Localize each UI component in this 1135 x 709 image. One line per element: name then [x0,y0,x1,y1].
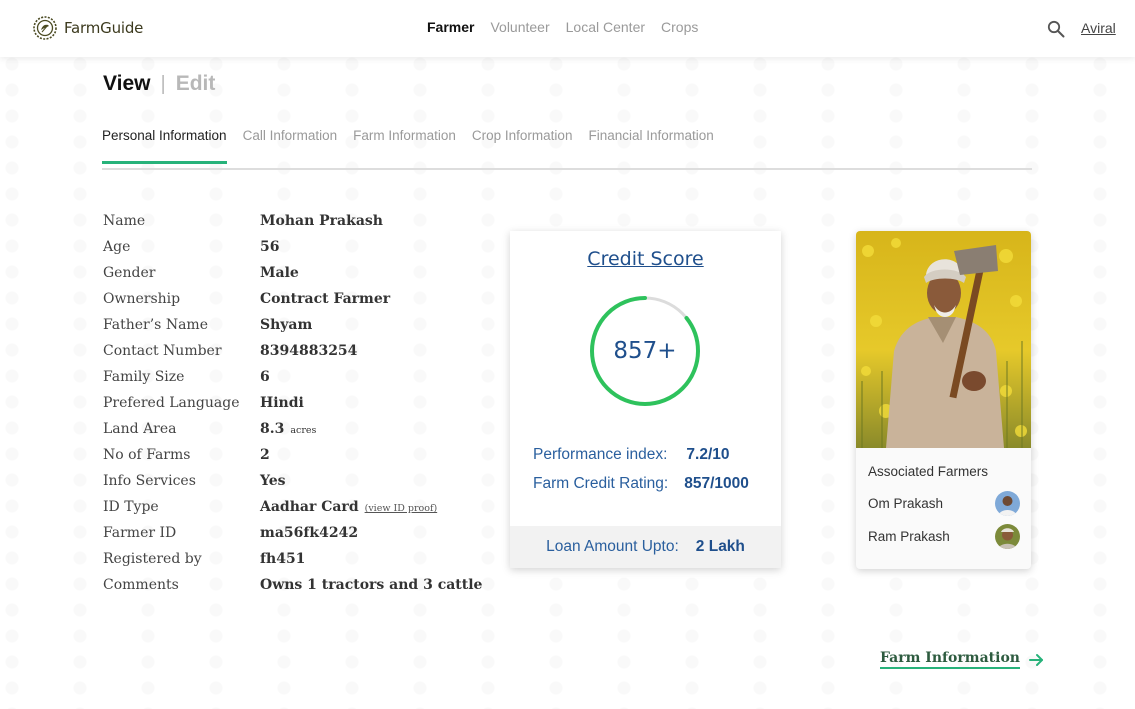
info-row-contact-number: Contact Number 8394883254 [103,338,482,364]
performance-index-label: Performance index: [533,446,668,463]
loan-amount-box: Loan Amount Upto: 2 Lakh [510,526,781,568]
farmer-profile-card: Associated Farmers Om Prakash Ram Prakas… [856,231,1031,569]
view-edit-switch: View | Edit [103,72,215,96]
search-icon[interactable] [1047,20,1065,38]
info-value: 8394883254 [260,343,358,359]
view-mode-button[interactable]: View [103,72,150,96]
info-tabs: Personal Information Call Information Fa… [102,128,1032,170]
info-value-group: 8.3 acres [260,421,316,437]
info-value: 2 [260,447,270,463]
info-row-name: Name Mohan Prakash [103,208,482,234]
brand-name: FarmGuide [64,19,144,37]
info-label: Contact Number [103,343,222,359]
nav-item-farmer[interactable]: Farmer [427,19,474,35]
info-label: Info Services [103,473,196,489]
info-value: Mohan Prakash [260,213,383,229]
info-row-farmer-id: Farmer ID ma56fk4242 [103,520,482,546]
performance-index-row: Performance index: 7.2/10 [533,446,730,464]
tab-farm-information[interactable]: Farm Information [353,128,456,164]
main-nav: Farmer Volunteer Local Center Crops [427,19,698,35]
info-label: Comments [103,577,179,593]
tab-personal-information[interactable]: Personal Information [102,128,227,164]
tab-financial-information[interactable]: Financial Information [588,128,713,164]
info-value: Hindi [260,395,304,411]
user-profile-link[interactable]: Aviral [1081,20,1116,36]
info-value: Aadhar Card [260,499,359,515]
info-row-ownership: Ownership Contract Farmer [103,286,482,312]
nav-item-crops[interactable]: Crops [661,19,698,35]
avatar[interactable] [995,491,1020,516]
info-label: Farmer ID [103,525,177,541]
info-row-info-services: Info Services Yes [103,468,482,494]
associated-farmer-name[interactable]: Om Prakash [868,496,943,511]
info-label: Name [103,213,146,229]
info-value: Yes [260,473,286,489]
farmer-photo [856,231,1031,448]
brand-logo[interactable]: FarmGuide [32,15,143,41]
credit-score-value: 857+ [613,338,677,364]
info-value: Contract Farmer [260,291,391,307]
info-row-comments: Comments Owns 1 tractors and 3 cattle [103,572,482,598]
info-row-fathers-name: Father’s Name Shyam [103,312,482,338]
info-label: Registered by [103,551,202,567]
land-area-unit: acres [290,425,317,436]
farm-credit-rating-row: Farm Credit Rating: 857/1000 [533,475,749,493]
info-value: Owns 1 tractors and 3 cattle [260,577,483,593]
associated-farmer-row[interactable]: Ram Prakash [868,524,1020,549]
info-value: fh451 [260,551,306,567]
loan-amount-value: 2 Lakh [695,538,745,555]
view-id-proof-link[interactable]: (view ID proof) [365,503,438,514]
farm-credit-rating-label: Farm Credit Rating: [533,475,669,492]
mode-separator: | [160,72,166,95]
farmguide-logo-icon [33,16,57,40]
associated-farmer-row[interactable]: Om Prakash [868,491,1020,516]
personal-info-list: Name Mohan Prakash Age 56 Gender Male Ow… [103,208,482,598]
loan-amount-label: Loan Amount Upto: [546,538,679,555]
farm-credit-rating-value: 857/1000 [684,475,749,492]
next-section-label[interactable]: Farm Information [880,650,1020,669]
info-value: 6 [260,369,270,385]
credit-score-title[interactable]: Credit Score [510,248,781,270]
info-row-gender: Gender Male [103,260,482,286]
info-label: Gender [103,265,156,281]
credit-score-card: Credit Score 857+ Performance index: 7.2… [510,231,781,568]
tab-call-information[interactable]: Call Information [243,128,338,164]
nav-item-local-center[interactable]: Local Center [566,19,645,35]
associated-farmer-name[interactable]: Ram Prakash [868,529,950,544]
info-row-age: Age 56 [103,234,482,260]
avatar[interactable] [995,524,1020,549]
nav-item-volunteer[interactable]: Volunteer [490,19,549,35]
info-label: Age [103,239,131,255]
info-row-id-type: ID Type Aadhar Card (view ID proof) [103,494,482,520]
associated-farmers-title: Associated Farmers [868,464,989,479]
info-label: ID Type [103,499,159,515]
info-value: Shyam [260,317,313,333]
tab-crop-information[interactable]: Crop Information [472,128,573,164]
next-section-link[interactable]: Farm Information [880,650,1044,669]
edit-mode-button[interactable]: Edit [176,72,216,96]
info-row-land-area: Land Area 8.3 acres [103,416,482,442]
info-label: Prefered Language [103,395,240,411]
info-value-group: Aadhar Card (view ID proof) [260,499,437,515]
info-value: ma56fk4242 [260,525,359,541]
info-label: No of Farms [103,447,191,463]
info-row-no-of-farms: No of Farms 2 [103,442,482,468]
info-label: Land Area [103,421,177,437]
info-label: Ownership [103,291,181,307]
performance-index-value: 7.2/10 [686,446,730,463]
arrow-right-icon[interactable] [1028,652,1044,668]
top-navigation-bar: FarmGuide Farmer Volunteer Local Center … [0,0,1135,57]
info-row-registered-by: Registered by fh451 [103,546,482,572]
info-value: Male [260,265,299,281]
info-row-language: Prefered Language Hindi [103,390,482,416]
info-row-family-size: Family Size 6 [103,364,482,390]
info-value: 56 [260,239,280,255]
info-label: Family Size [103,369,185,385]
info-value: 8.3 [260,421,285,437]
info-label: Father’s Name [103,317,208,333]
